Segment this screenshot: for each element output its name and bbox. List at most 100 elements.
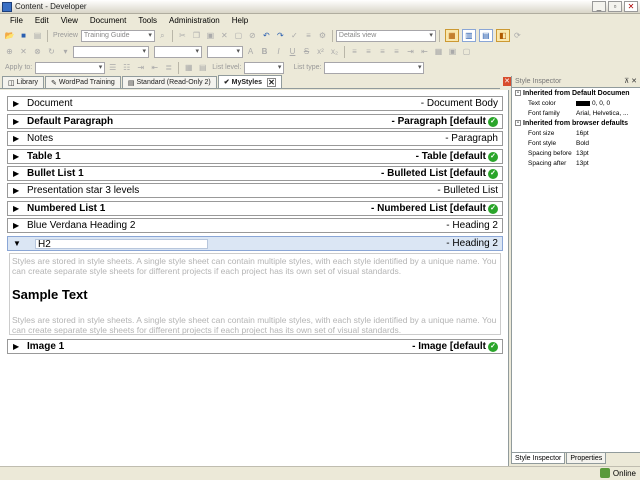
save-icon[interactable]: ■ xyxy=(17,30,30,42)
bullet-list-icon[interactable]: ☰ xyxy=(106,62,119,74)
style-row[interactable]: ▶ Notes - Paragraph xyxy=(7,131,503,146)
table-insert-icon[interactable]: ▤ xyxy=(196,62,209,74)
menu-document[interactable]: Document xyxy=(84,16,132,25)
tab-library[interactable]: ◫ Library xyxy=(2,76,45,88)
inspector-section[interactable]: - Inherited from browser defaults xyxy=(512,118,640,128)
list-type-combo[interactable] xyxy=(324,61,425,74)
expand-arrow-icon[interactable]: ▶ xyxy=(13,117,27,126)
style-row[interactable]: ▶ Table 1 - Table [default ✓ xyxy=(7,149,503,164)
menu-help[interactable]: Help xyxy=(226,16,254,25)
refresh-icon[interactable]: ⟳ xyxy=(511,30,524,42)
navigate-icon[interactable]: ↻ xyxy=(45,46,58,58)
image-icon[interactable]: ▣ xyxy=(446,46,459,58)
expand-arrow-icon[interactable]: ▶ xyxy=(13,342,27,351)
bold-icon[interactable]: B xyxy=(258,46,271,58)
redo-icon[interactable]: ↷ xyxy=(274,30,287,42)
list-level-combo[interactable] xyxy=(244,61,285,74)
minimize-button[interactable]: _ xyxy=(592,1,606,12)
style-row[interactable]: ▶ Default Paragraph - Paragraph [default… xyxy=(7,114,503,129)
properties-icon[interactable]: ▢ xyxy=(232,30,245,42)
collapse-arrow-icon[interactable]: ▼ xyxy=(13,239,27,248)
spell-check-icon[interactable]: ✓ xyxy=(288,30,301,42)
apply-to-combo[interactable] xyxy=(35,61,106,74)
expand-arrow-icon[interactable]: ▶ xyxy=(13,152,27,161)
style-row[interactable]: ▶ Numbered List 1 - Numbered List [defau… xyxy=(7,201,503,216)
menu-administration[interactable]: Administration xyxy=(163,16,226,25)
split-view-icon[interactable]: ▥ xyxy=(461,29,476,42)
style-name-edit-field[interactable]: H2 xyxy=(35,239,208,250)
cut-icon[interactable]: ✂ xyxy=(176,30,189,42)
tab-mystyles[interactable]: ✔ MyStyles ✕ xyxy=(217,75,282,88)
inspector-section[interactable]: - Inherited from Default Documen xyxy=(512,88,640,98)
tab-style-inspector[interactable]: Style Inspector xyxy=(511,453,566,464)
find-icon[interactable]: ⌕ xyxy=(156,30,169,42)
print-icon[interactable]: ▤ xyxy=(31,30,44,42)
tab-standard[interactable]: ▤ Standard (Read-Only 2) xyxy=(121,76,217,88)
tab-properties[interactable]: Properties xyxy=(566,453,607,464)
outline-view-icon[interactable]: ▦ xyxy=(444,29,459,42)
style-combo[interactable] xyxy=(73,45,149,58)
menu-view[interactable]: View xyxy=(55,16,84,25)
dropdown-arrow-icon[interactable]: ▾ xyxy=(59,46,72,58)
remove-icon[interactable]: ✕ xyxy=(17,46,30,58)
pin-icon[interactable]: ⊼ ✕ xyxy=(624,77,637,85)
link-icon[interactable]: ⊘ xyxy=(246,30,259,42)
paste-icon[interactable]: ▣ xyxy=(204,30,217,42)
preview-button[interactable]: Preview xyxy=(51,32,80,39)
columns-view-icon[interactable]: ▤ xyxy=(478,29,493,42)
align-right-icon[interactable]: ≡ xyxy=(376,46,389,58)
alert-icon[interactable]: ⊗ xyxy=(31,46,44,58)
table-icon[interactable]: ▦ xyxy=(432,46,445,58)
format-icon[interactable]: ≡ xyxy=(302,30,315,42)
insert-icon[interactable]: ⊕ xyxy=(3,46,16,58)
subscript-icon[interactable]: x₂ xyxy=(328,46,341,58)
expand-arrow-icon[interactable]: ▶ xyxy=(13,99,27,108)
justify-icon[interactable]: ≡ xyxy=(390,46,403,58)
size-combo[interactable] xyxy=(207,45,243,58)
numbered-list-icon[interactable]: ☷ xyxy=(120,62,133,74)
style-row[interactable]: ▶ Image 1 - Image [default ✓ xyxy=(7,339,503,354)
collapse-icon[interactable]: - xyxy=(515,120,521,126)
italic-icon[interactable]: I xyxy=(272,46,285,58)
open-icon[interactable]: 📂 xyxy=(3,30,16,42)
align-left-icon[interactable]: ≡ xyxy=(348,46,361,58)
underline-icon[interactable]: U xyxy=(286,46,299,58)
style-inspector-icon[interactable]: ◧ xyxy=(495,29,510,42)
superscript-icon[interactable]: x² xyxy=(314,46,327,58)
maximize-button[interactable]: ▫ xyxy=(608,1,622,12)
undo-icon[interactable]: ↶ xyxy=(260,30,273,42)
list-indent-icon[interactable]: ⇥ xyxy=(134,62,147,74)
close-pane-icon[interactable]: ✕ xyxy=(503,77,511,86)
view-combo[interactable]: Details view xyxy=(335,29,436,42)
expand-arrow-icon[interactable]: ▶ xyxy=(13,169,27,178)
outdent-icon[interactable]: ⇤ xyxy=(418,46,431,58)
font-combo[interactable] xyxy=(154,45,202,58)
tools-icon[interactable]: ⚙ xyxy=(316,30,329,42)
menu-file[interactable]: File xyxy=(4,16,29,25)
copy-icon[interactable]: ❐ xyxy=(190,30,203,42)
style-row[interactable]: ▶ Bullet List 1 - Bulleted List [default… xyxy=(7,166,503,181)
style-row[interactable]: ▶ Presentation star 3 levels - Bulleted … xyxy=(7,183,503,198)
expand-arrow-icon[interactable]: ▶ xyxy=(13,134,27,143)
menu-edit[interactable]: Edit xyxy=(29,16,55,25)
expand-arrow-icon[interactable]: ▶ xyxy=(13,186,27,195)
project-combo[interactable]: Training Guide xyxy=(80,29,155,42)
strikethrough-icon[interactable]: S xyxy=(300,46,313,58)
indent-icon[interactable]: ⇥ xyxy=(404,46,417,58)
align-center-icon[interactable]: ≡ xyxy=(362,46,375,58)
style-row-selected[interactable]: ▼ H2 - Heading 2 xyxy=(7,236,503,251)
list-outdent-icon[interactable]: ⇤ xyxy=(148,62,161,74)
expand-arrow-icon[interactable]: ▶ xyxy=(13,204,27,213)
close-button[interactable]: ✕ xyxy=(624,1,638,12)
collapse-icon[interactable]: - xyxy=(515,90,521,96)
tab-wordpad-training[interactable]: ✎ WordPad Training xyxy=(45,76,121,88)
style-row[interactable]: ▶ Document - Document Body xyxy=(7,96,503,111)
expand-arrow-icon[interactable]: ▶ xyxy=(13,221,27,230)
delete-icon[interactable]: ✕ xyxy=(218,30,231,42)
border-icon[interactable]: ▢ xyxy=(460,46,473,58)
grow-font-icon[interactable]: A xyxy=(244,46,257,58)
close-tab-icon[interactable]: ✕ xyxy=(267,77,276,87)
menu-tools[interactable]: Tools xyxy=(132,16,163,25)
list-options-icon[interactable]: ≣ xyxy=(162,62,175,74)
table-grid-icon[interactable]: ▦ xyxy=(182,62,195,74)
